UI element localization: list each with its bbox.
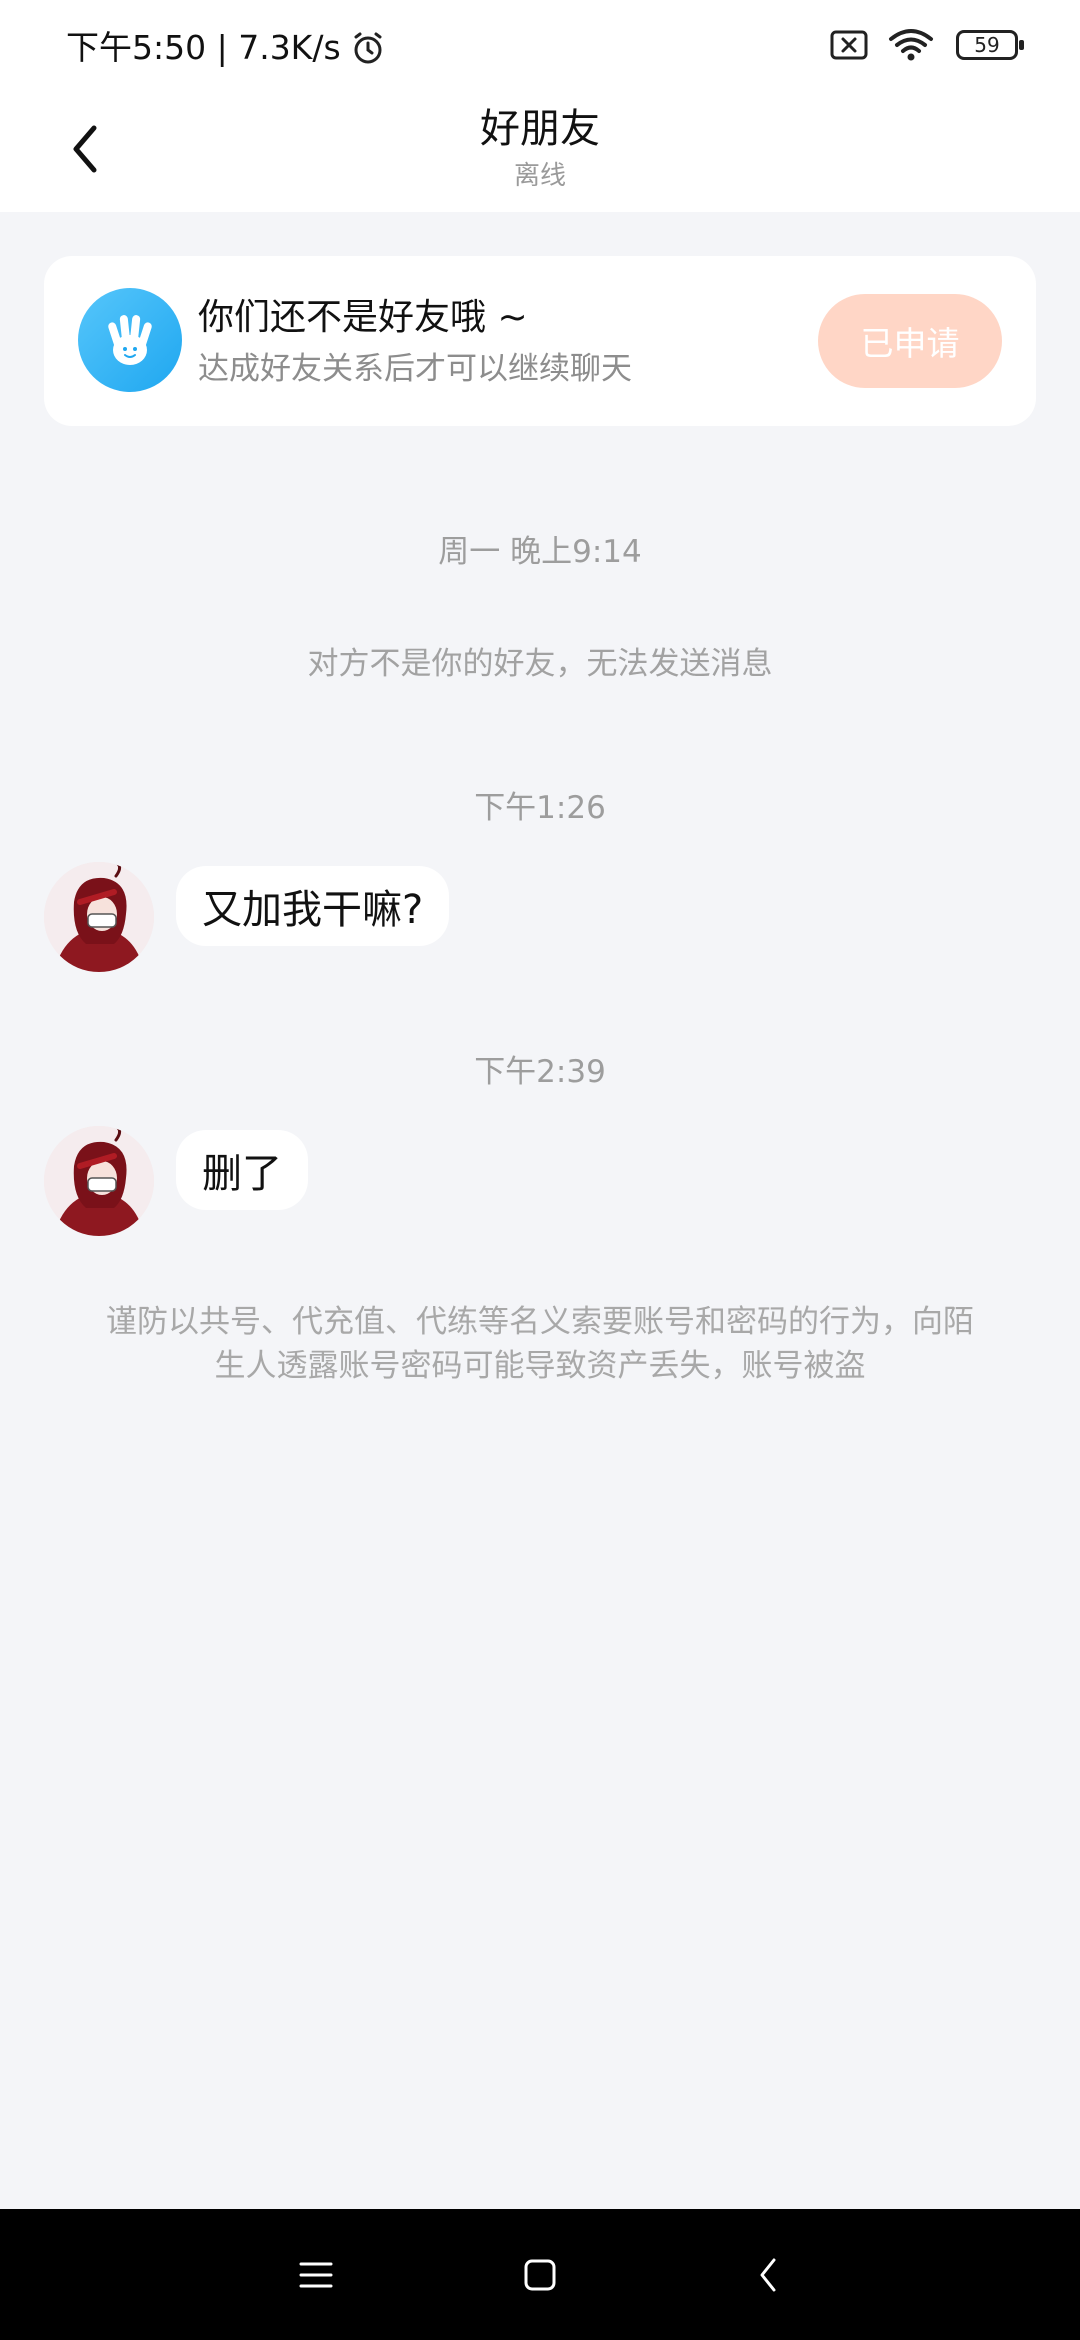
online-status: 离线 (513, 161, 566, 191)
chat-timestamp: 下午1:26 (474, 790, 606, 826)
friend-card-title: 你们还不是好友哦 ~ (198, 297, 528, 338)
nav-back-button[interactable] (738, 2245, 798, 2305)
sim-off-icon (830, 30, 868, 60)
friend-card-subtitle: 达成好友关系后才可以继续聊天 (198, 351, 632, 387)
friend-request-card: 你们还不是好友哦 ~ 达成好友关系后才可以继续聊天 已申请 (44, 256, 1036, 426)
home-icon (524, 2259, 556, 2291)
page-title: 好朋友 (480, 106, 600, 152)
chat-timestamp: 周一 晚上9:14 (438, 534, 642, 570)
message-bubble[interactable]: 删了 (176, 1130, 308, 1210)
hand-wave-icon (78, 288, 182, 392)
chat-timestamp: 下午2:39 (474, 1054, 606, 1090)
home-button[interactable] (510, 2245, 570, 2305)
status-left: 下午5:50 | 7.3K/s (66, 24, 385, 72)
security-warning: 谨防以共号、代充值、代练等名义索要账号和密码的行为，向陌 生人透露账号密码可能导… (70, 1300, 1010, 1388)
status-time-speed: 下午5:50 | 7.3K/s (66, 28, 341, 67)
battery-level: 59 (974, 33, 1000, 57)
battery-indicator: 59 (956, 30, 1024, 60)
message-bubble[interactable]: 又加我干嘛? (176, 866, 450, 946)
status-bar: 下午5:50 | 7.3K/s 59 (0, 0, 1080, 96)
nav-back-icon (760, 2258, 776, 2292)
message-text: 删了 (202, 1151, 282, 1197)
chat-header: 好朋友 离线 (0, 96, 1080, 212)
avatar[interactable] (44, 862, 154, 972)
avatar[interactable] (44, 1126, 154, 1236)
alarm-icon (354, 32, 382, 64)
warning-line: 谨防以共号、代充值、代练等名义索要账号和密码的行为，向陌 (106, 1304, 974, 1340)
message-text: 又加我干嘛? (202, 887, 424, 933)
menu-icon (299, 2262, 333, 2288)
menu-button[interactable] (286, 2245, 346, 2305)
warning-line: 生人透露账号密码可能导致资产丢失，账号被盗 (214, 1348, 866, 1384)
wifi-icon (889, 29, 933, 61)
system-nav-bar (0, 2209, 1080, 2340)
applied-button[interactable]: 已申请 (818, 294, 1002, 388)
status-right: 59 (830, 28, 1024, 62)
system-message: 对方不是你的好友，无法发送消息 (307, 646, 773, 682)
